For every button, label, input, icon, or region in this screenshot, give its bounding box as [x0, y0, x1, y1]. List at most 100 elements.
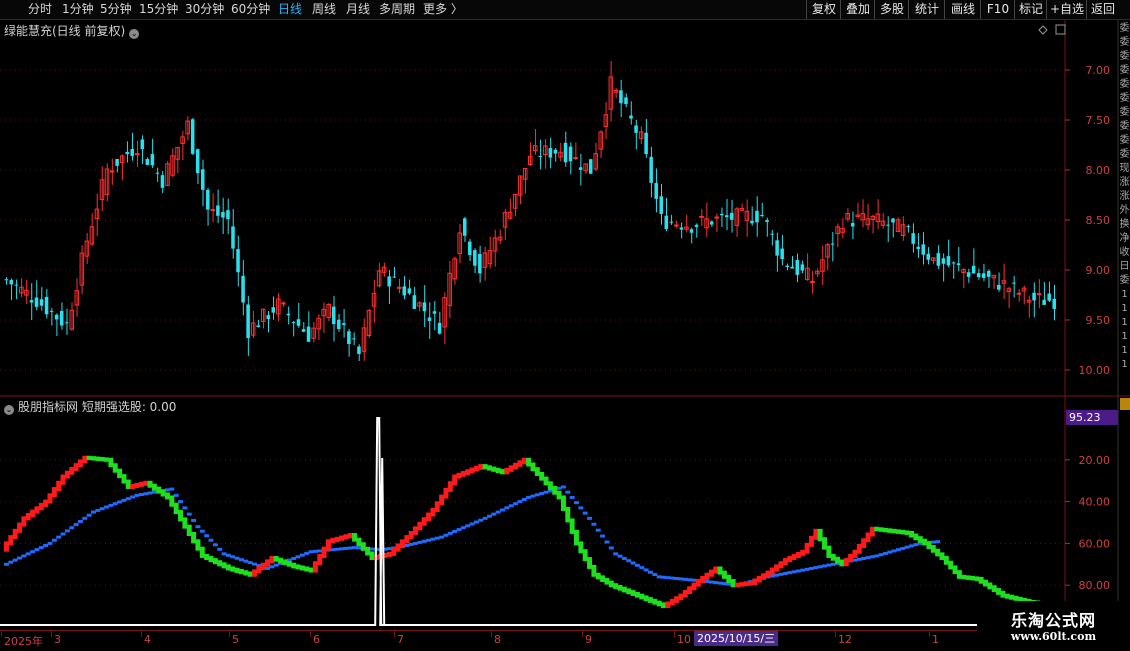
slow-line-segment [247, 561, 253, 565]
candle-body [478, 253, 482, 274]
fast-line-segment [787, 556, 793, 563]
fast-line-segment [82, 455, 88, 464]
fast-line-segment [691, 582, 697, 591]
fast-line-segment [626, 588, 632, 595]
fast-line-segment [896, 529, 901, 534]
fast-line-segment [304, 566, 310, 572]
candle-body [891, 218, 895, 223]
fast-line-segment [974, 576, 980, 581]
fast-line-segment [426, 512, 432, 522]
slow-line-segment [608, 546, 614, 550]
candle-body [352, 338, 356, 340]
slow-line-segment [778, 572, 784, 576]
date-tick [394, 631, 395, 637]
slow-line-segment [421, 539, 427, 543]
fast-line-segment [452, 474, 458, 486]
fast-line-segment [513, 462, 519, 470]
date-tick [310, 631, 311, 637]
candle-body [644, 132, 648, 155]
candle-body [810, 280, 815, 283]
side-label: 外 [1119, 205, 1130, 216]
candle-body [271, 307, 276, 313]
candle-body [49, 310, 54, 312]
date-tick [674, 631, 675, 637]
chevron-down-icon[interactable]: ⌄ [4, 405, 14, 415]
candle-body [407, 288, 412, 294]
fast-line-segment [47, 493, 53, 504]
slow-line-segment [626, 559, 632, 563]
fast-line-segment [874, 526, 880, 532]
fast-line-segment [743, 581, 749, 587]
candle-body [573, 157, 578, 160]
side-label: 涨 [1119, 177, 1130, 188]
slow-line-segment [356, 546, 362, 550]
slow-line-segment [904, 545, 910, 549]
fast-line-segment [395, 543, 401, 552]
slow-line-segment [386, 547, 392, 551]
candle-body [724, 215, 729, 218]
fast-line-segment [256, 566, 262, 574]
fast-line-segment [199, 546, 205, 558]
slow-line-segment [647, 570, 653, 574]
indicator-tick-label: 80.00 [1079, 579, 1111, 592]
candle-body [44, 296, 49, 315]
slow-line-segment [587, 516, 593, 520]
fast-line-segment [182, 517, 188, 529]
side-label: 1 [1121, 303, 1128, 314]
fast-line-segment [774, 564, 780, 572]
side-label: 收 [1119, 247, 1130, 258]
slow-line-segment [486, 514, 492, 518]
slow-line-segment [108, 503, 114, 507]
fast-line-segment [1009, 594, 1015, 600]
candle-body [951, 262, 956, 264]
slow-line-segment [826, 563, 832, 567]
fast-line-segment [125, 479, 131, 489]
slow-line-segment [460, 526, 466, 530]
chart-area[interactable]: 10.00 9.50 9.00 8.50 8.00 7.50 7.00 80.00 60.00 4… [0, 0, 1130, 650]
slow-line-segment [64, 529, 70, 533]
fast-line-segment [735, 582, 740, 588]
slow-line-segment [643, 568, 649, 572]
slow-line-segment [630, 561, 636, 565]
slow-line-segment [804, 567, 810, 571]
fast-line-segment [339, 535, 344, 541]
slow-line-segment [25, 552, 31, 556]
fast-line-segment [508, 465, 514, 472]
fast-line-segment [1000, 590, 1006, 598]
candle-body [578, 167, 583, 170]
candle-body [790, 266, 795, 269]
fast-line-segment [652, 598, 658, 605]
price-tick-label: 8.00 [1086, 164, 1111, 177]
fast-line-segment [813, 528, 819, 540]
fast-line-segment [674, 596, 680, 603]
slow-line-segment [173, 493, 179, 497]
fast-line-segment [600, 575, 606, 582]
fast-line-segment [130, 483, 136, 489]
candle-body [538, 155, 543, 157]
slow-line-segment [204, 534, 210, 538]
fast-line-segment [521, 457, 527, 465]
candle-body [387, 276, 391, 287]
fast-line-segment [678, 593, 684, 601]
fast-line-segment [539, 471, 545, 481]
fast-line-segment [935, 548, 941, 557]
fast-line-segment [191, 531, 197, 544]
fast-line-segment [434, 501, 440, 512]
fast-line-segment [869, 526, 875, 537]
fast-line-segment [1004, 593, 1010, 599]
date-label: 3 [54, 633, 61, 646]
slow-line-segment [652, 573, 658, 577]
candle-body [357, 346, 361, 354]
slow-line-segment [604, 540, 610, 544]
fast-line-segment [86, 455, 92, 461]
candle-body [694, 224, 699, 227]
fast-line-segment [186, 524, 192, 536]
slow-line-segment [143, 492, 149, 496]
fast-line-segment [739, 582, 745, 587]
date-tick [929, 631, 930, 637]
slow-line-segment [21, 554, 27, 558]
fast-line-segment [708, 569, 714, 577]
slow-line-segment [517, 500, 523, 504]
fast-line-segment [238, 568, 244, 575]
fast-line-segment [360, 542, 366, 551]
